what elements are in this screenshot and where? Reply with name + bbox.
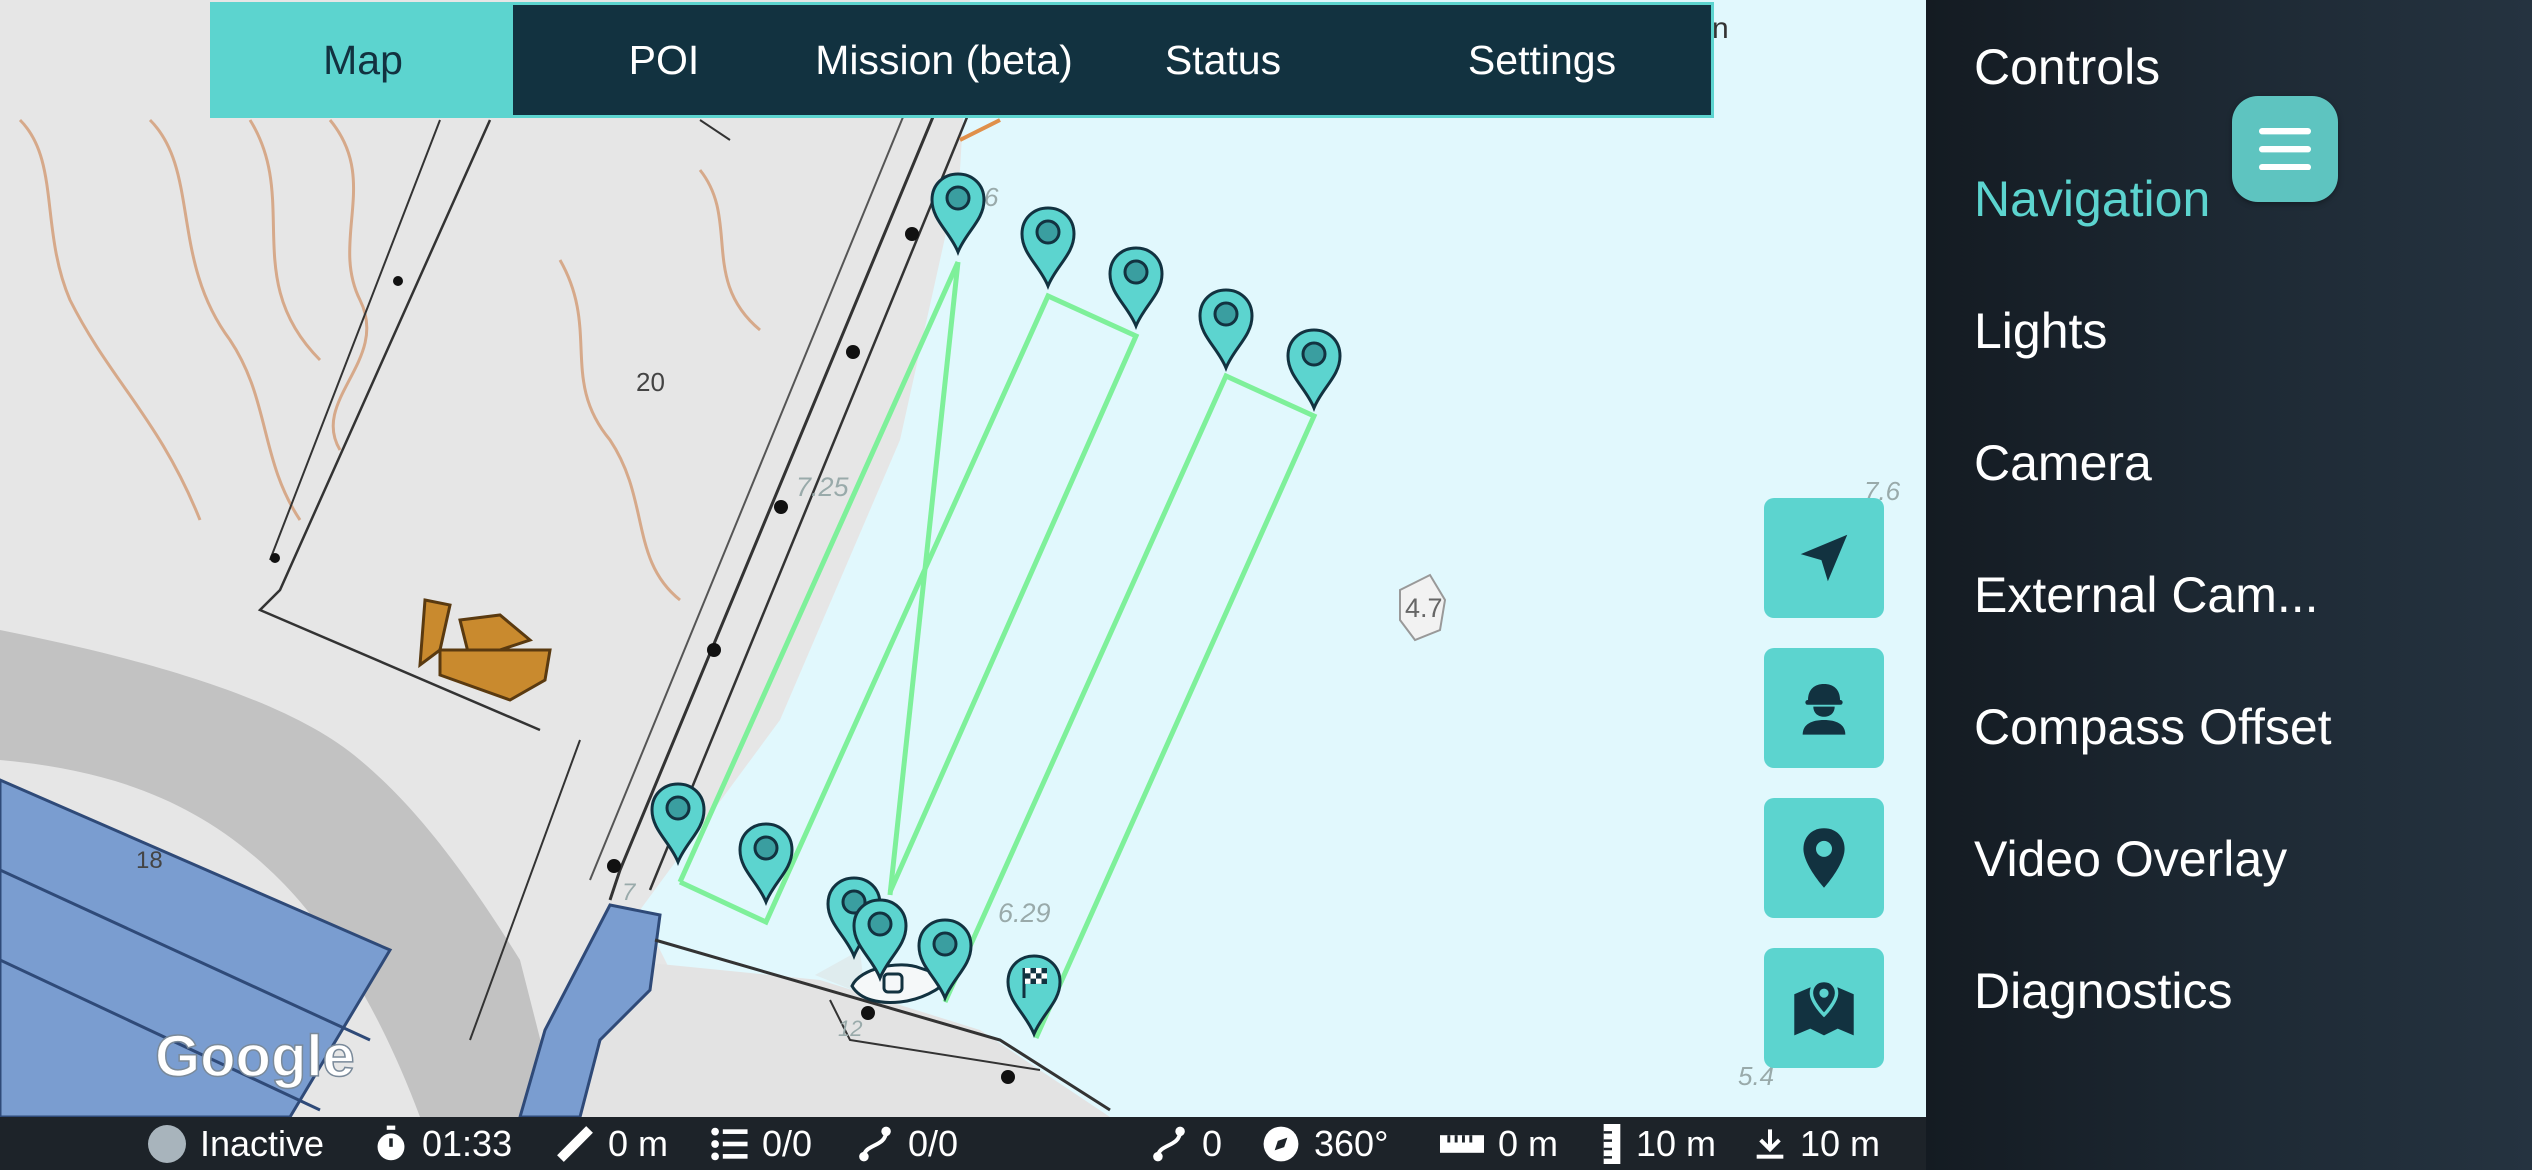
map-canvas[interactable]: 20 18 7.25 6.29 4.7 7.6 5.4 6 7 12 n Goo…: [0, 0, 1926, 1117]
ruler-icon: [1440, 1134, 1484, 1153]
map-pin-button[interactable]: [1764, 948, 1884, 1068]
menu-item-controls[interactable]: Controls: [1974, 38, 2160, 96]
operator-button[interactable]: [1764, 648, 1884, 768]
list-icon: [711, 1127, 748, 1160]
app-root: 20 18 7.25 6.29 4.7 7.6 5.4 6 7 12 n Goo…: [0, 0, 2532, 1170]
tab-status[interactable]: Status: [1073, 5, 1373, 115]
distance-status: 0 m: [556, 1117, 668, 1170]
menu-item-compass-offset[interactable]: Compass Offset: [1974, 698, 2332, 756]
menu-item-video-overlay[interactable]: Video Overlay: [1974, 830, 2287, 888]
stopwatch-icon: [377, 1125, 405, 1160]
menu-item-diagnostics[interactable]: Diagnostics: [1974, 962, 2232, 1020]
depth-label: 4.7: [1405, 593, 1443, 623]
location-pin-icon: [1803, 828, 1845, 888]
depth-label: 18: [136, 847, 163, 874]
route-progress-text: 0/0: [908, 1122, 959, 1164]
worker-icon: [1802, 684, 1846, 735]
route-icon: [1153, 1126, 1185, 1161]
depth-label: 7.25: [796, 472, 850, 502]
tab-map[interactable]: Map: [213, 5, 513, 115]
route-progress: 0/0: [856, 1117, 958, 1170]
route-count-text: 0: [1202, 1122, 1223, 1164]
depth-label: 20: [636, 367, 665, 397]
menu-item-navigation[interactable]: Navigation: [1974, 170, 2210, 228]
map-view[interactable]: 20 18 7.25 6.29 4.7 7.6 5.4 6 7 12 n Goo…: [0, 0, 1926, 1117]
altitude-text: 10 m: [1800, 1122, 1881, 1164]
compass-icon: [1263, 1126, 1299, 1161]
route-icon: [859, 1126, 891, 1161]
location-button[interactable]: [1764, 798, 1884, 918]
status-dot-icon: [148, 1124, 186, 1163]
heading-status: 360°: [1262, 1117, 1388, 1170]
depth-label: 12: [838, 1016, 862, 1041]
map-pin-icon: [1794, 978, 1854, 1036]
tab-mission[interactable]: Mission (beta): [815, 5, 1073, 115]
download-icon: [1756, 1128, 1784, 1159]
main-tabs: Map POI Mission (beta) Status Settings: [210, 2, 1714, 118]
navigation-arrow-icon: [1800, 534, 1848, 582]
waypoint-progress: 0/0: [710, 1117, 812, 1170]
navigate-button[interactable]: [1764, 498, 1884, 618]
tab-settings[interactable]: Settings: [1373, 5, 1711, 115]
connection-status: Inactive: [148, 1117, 324, 1170]
depth-label: 7: [622, 879, 637, 906]
heading-text: 360°: [1314, 1122, 1389, 1164]
menu-toggle-button[interactable]: [2232, 96, 2338, 202]
menu-item-external-camera[interactable]: External Cam...: [1974, 566, 2319, 624]
route-count: 0: [1150, 1117, 1222, 1170]
range-status: 0 m: [1440, 1117, 1558, 1170]
tab-poi[interactable]: POI: [513, 5, 815, 115]
depth-status: 10 m: [1602, 1117, 1716, 1170]
depth-ruler-icon: [1603, 1123, 1621, 1164]
google-logo: Google: [155, 1024, 355, 1089]
side-menu: Controls Navigation Lights Camera Extern…: [1926, 0, 2532, 1170]
depth-label: 6.29: [998, 898, 1051, 928]
connection-status-text: Inactive: [200, 1122, 325, 1164]
status-bar: Inactive 01:33 0 m 0/0 0/0 0 360° 0 m 10…: [0, 1117, 1926, 1170]
hamburger-icon: [2259, 128, 2311, 170]
menu-item-lights[interactable]: Lights: [1974, 302, 2107, 360]
distance-text: 0 m: [608, 1122, 669, 1164]
altitude-status: 10 m: [1754, 1117, 1880, 1170]
map-tile-text: n: [1712, 12, 1729, 45]
depth-label: 6: [984, 182, 999, 212]
depth-text: 10 m: [1636, 1122, 1717, 1164]
ruler-icon: [557, 1125, 593, 1162]
menu-item-camera[interactable]: Camera: [1974, 434, 2152, 492]
timer-text: 01:33: [422, 1122, 513, 1164]
timer-status: 01:33: [374, 1117, 512, 1170]
range-text: 0 m: [1498, 1122, 1559, 1164]
waypoint-progress-text: 0/0: [762, 1122, 813, 1164]
